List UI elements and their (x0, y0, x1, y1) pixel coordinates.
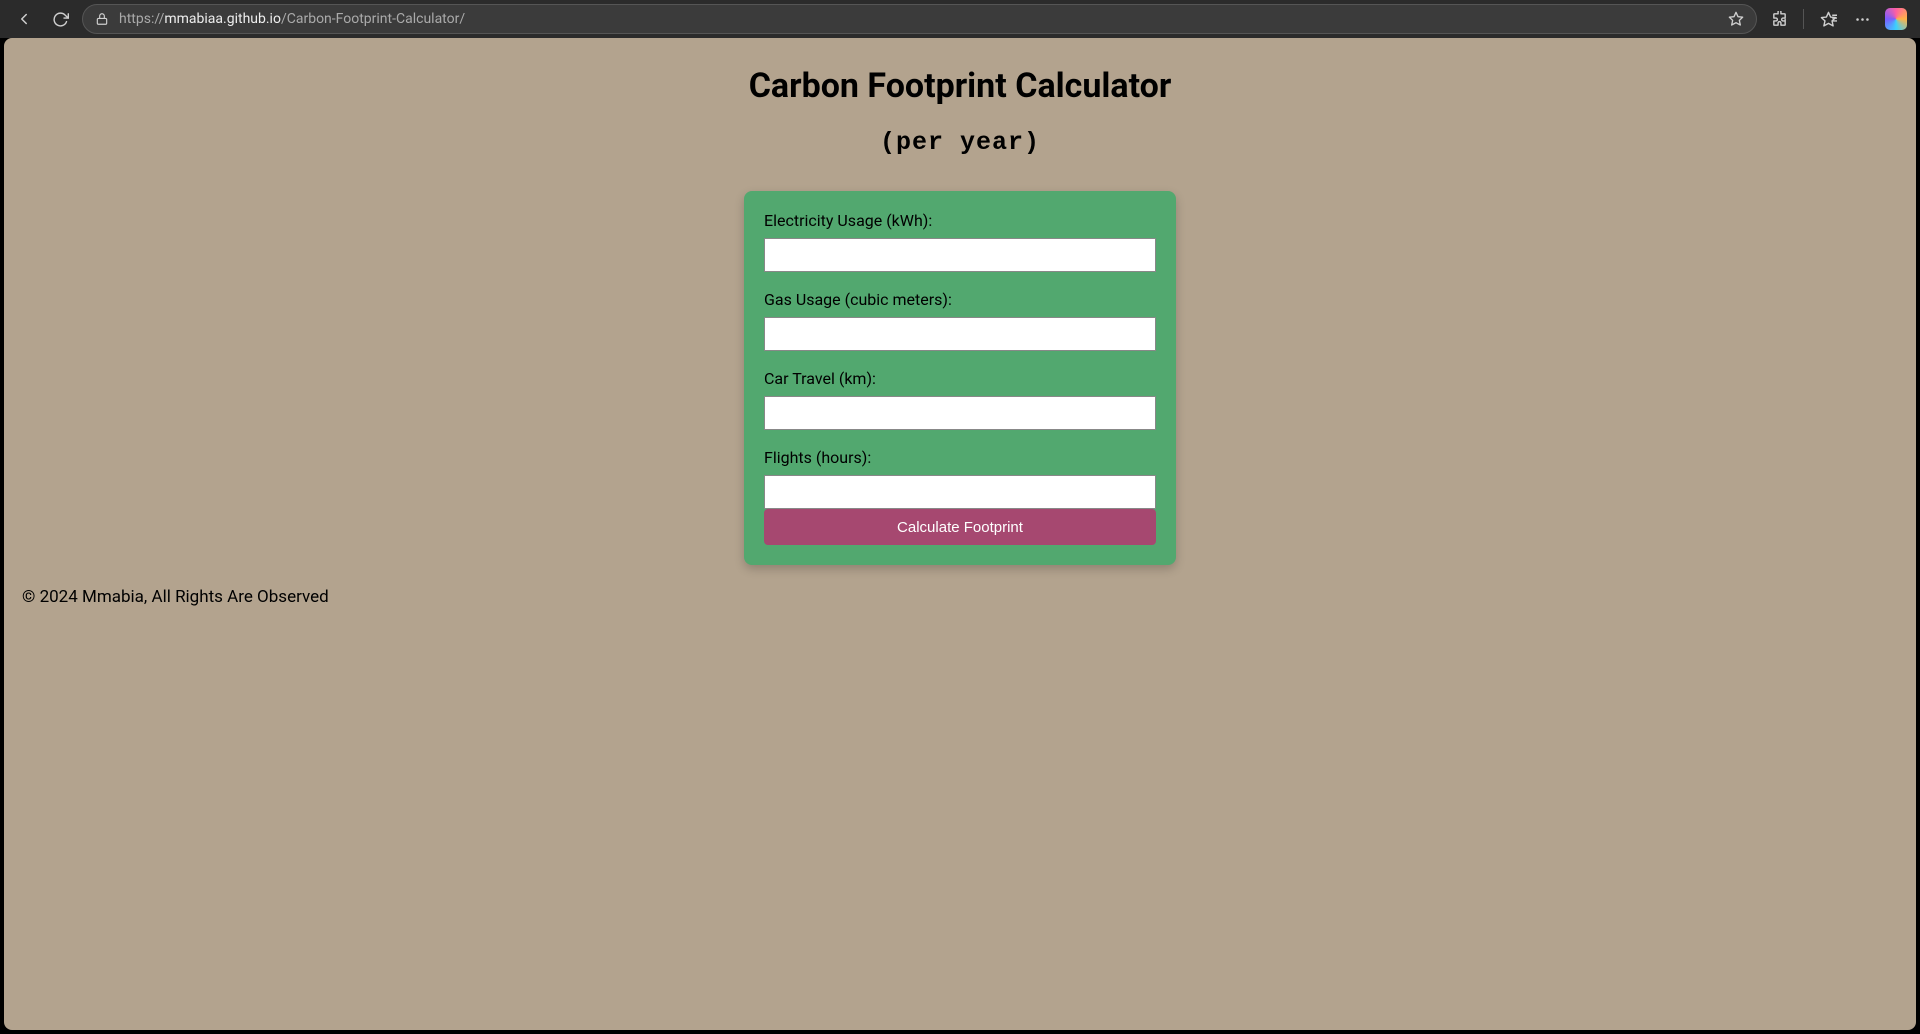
page-subtitle: (per year) (4, 128, 1916, 157)
divider (1803, 9, 1804, 29)
form-group-flights: Flights (hours): (764, 448, 1156, 509)
calculator-form: Electricity Usage (kWh): Gas Usage (cubi… (744, 191, 1176, 565)
star-icon[interactable] (1728, 11, 1744, 27)
browser-toolbar: https://mmabiaa.github.io/Carbon-Footpri… (0, 0, 1920, 38)
address-bar[interactable]: https://mmabiaa.github.io/Carbon-Footpri… (82, 4, 1757, 34)
copilot-icon[interactable] (1882, 5, 1910, 33)
calculate-button[interactable]: Calculate Footprint (764, 509, 1156, 545)
electricity-label: Electricity Usage (kWh): (764, 211, 1156, 230)
extensions-icon[interactable] (1765, 5, 1793, 33)
form-group-electricity: Electricity Usage (kWh): (764, 211, 1156, 272)
flights-label: Flights (hours): (764, 448, 1156, 467)
form-group-gas: Gas Usage (cubic meters): (764, 290, 1156, 351)
gas-label: Gas Usage (cubic meters): (764, 290, 1156, 309)
electricity-input[interactable] (764, 238, 1156, 272)
more-icon[interactable] (1848, 5, 1876, 33)
page-viewport: Carbon Footprint Calculator (per year) E… (4, 38, 1916, 1030)
page-title: Carbon Footprint Calculator (4, 66, 1916, 106)
flights-input[interactable] (764, 475, 1156, 509)
url-text: https://mmabiaa.github.io/Carbon-Footpri… (119, 11, 1718, 27)
favorites-icon[interactable] (1814, 5, 1842, 33)
footer-text: © 2024 Mmabia, All Rights Are Observed (22, 587, 1916, 607)
refresh-button[interactable] (46, 5, 74, 33)
gas-input[interactable] (764, 317, 1156, 351)
lock-icon (95, 12, 109, 26)
car-input[interactable] (764, 396, 1156, 430)
form-group-car: Car Travel (km): (764, 369, 1156, 430)
car-label: Car Travel (km): (764, 369, 1156, 388)
back-button[interactable] (10, 5, 38, 33)
